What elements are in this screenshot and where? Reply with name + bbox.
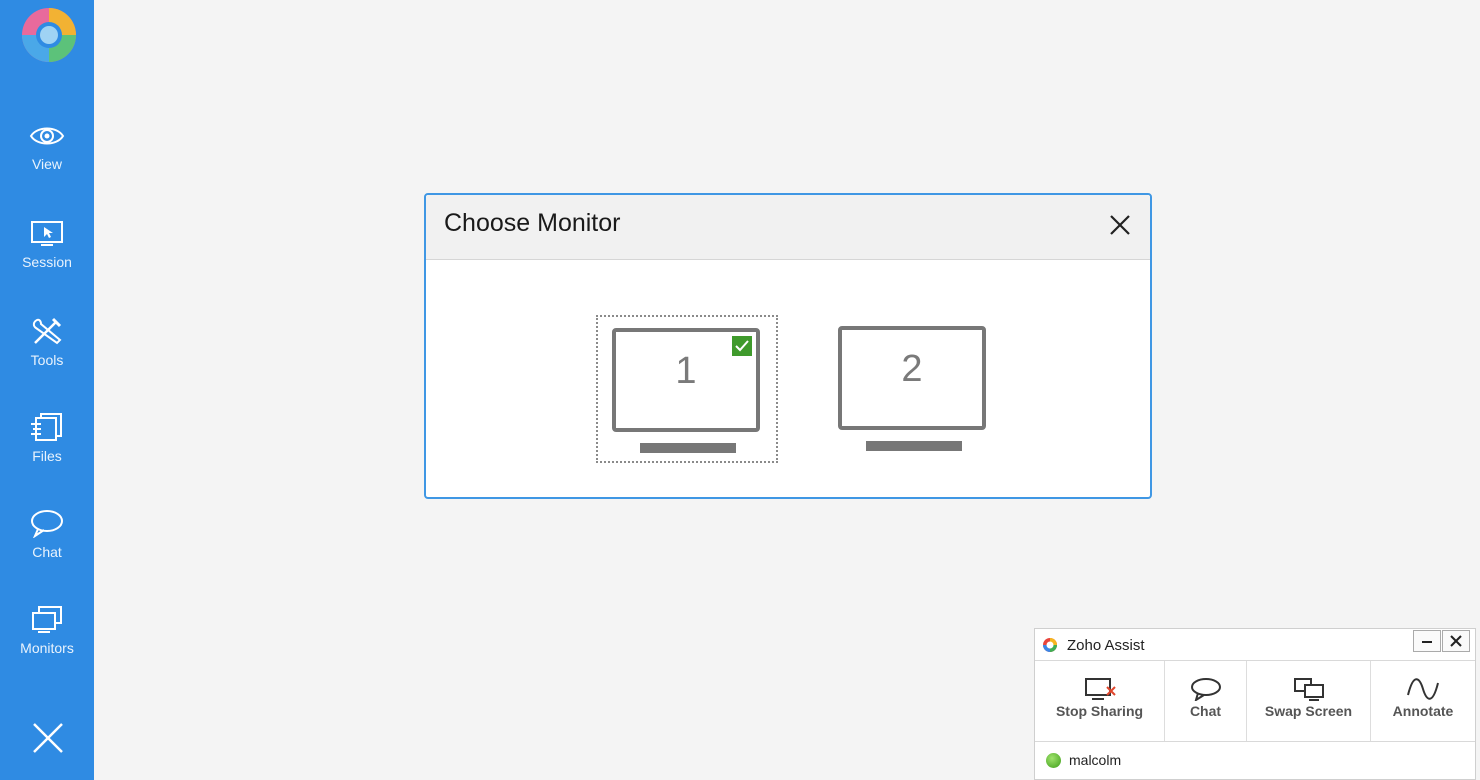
sidebar-item-monitors[interactable]: Monitors — [0, 604, 94, 684]
monitor-pointer-icon — [31, 221, 63, 246]
annotate-label: Annotate — [1392, 703, 1454, 719]
sidebar-item-files[interactable]: Files — [0, 412, 94, 492]
panel-close-button[interactable] — [1442, 630, 1470, 652]
sidebar-item-label: View — [31, 156, 63, 172]
close-icon — [1450, 635, 1462, 647]
sidebar-item-session[interactable]: Session — [0, 220, 94, 300]
assist-title: Zoho Assist — [1067, 637, 1145, 654]
sidebar: View Session Tools Files Chat Monitors — [0, 0, 94, 780]
dialog-title: Choose Monitor — [444, 209, 621, 237]
swap-screen-icon — [1293, 678, 1324, 701]
monitor-stand — [866, 441, 962, 451]
swap-screen-button[interactable]: Swap Screen — [1247, 661, 1371, 741]
chat-icon — [1190, 678, 1221, 701]
stop-sharing-icon — [1084, 678, 1116, 700]
stop-sharing-label: Stop Sharing — [1055, 703, 1144, 719]
monitors-icon — [32, 606, 62, 633]
monitor-option-2[interactable]: 2 — [824, 315, 1006, 463]
monitor-option-1[interactable]: 1 — [596, 315, 778, 463]
annotate-button[interactable]: Annotate — [1371, 661, 1475, 741]
monitor-stand — [640, 443, 736, 453]
sidebar-item-label: Chat — [32, 544, 62, 560]
stop-sharing-button[interactable]: Stop Sharing — [1035, 661, 1165, 741]
sidebar-item-label: Files — [32, 448, 62, 464]
chat-bubble-icon — [31, 510, 63, 538]
minimize-icon — [1422, 641, 1432, 643]
monitor-number: 2 — [901, 348, 923, 390]
dialog-close-button[interactable] — [1106, 211, 1134, 239]
eye-icon — [29, 127, 65, 145]
zoho-logo-icon — [1042, 637, 1058, 653]
dialog-header: Choose Monitor — [426, 195, 1150, 260]
monitor-screen: 2 — [838, 326, 986, 430]
zoho-assist-panel: Zoho Assist Stop Sharing Chat Swap Scree… — [1034, 628, 1476, 780]
sidebar-item-view[interactable]: View — [0, 122, 94, 202]
files-icon — [31, 413, 62, 441]
close-icon — [1110, 215, 1130, 235]
online-status-icon — [1046, 753, 1061, 768]
close-icon[interactable] — [30, 720, 66, 756]
user-name: malcolm — [1069, 752, 1122, 768]
monitor-screen: 1 — [612, 328, 760, 432]
annotate-icon — [1407, 678, 1439, 700]
choose-monitor-dialog: Choose Monitor 1 2 — [424, 193, 1152, 499]
tools-icon — [32, 317, 62, 345]
monitor-number: 1 — [675, 350, 697, 392]
assist-toolbar: Stop Sharing Chat Swap Screen Annotate — [1035, 661, 1475, 741]
swap-screen-label: Swap Screen — [1264, 703, 1353, 719]
sidebar-item-label: Monitors — [20, 640, 74, 656]
minimize-button[interactable] — [1413, 630, 1441, 652]
sidebar-item-tools[interactable]: Tools — [0, 316, 94, 396]
assist-titlebar: Zoho Assist — [1035, 629, 1475, 661]
chat-label: Chat — [1189, 703, 1222, 719]
app-logo-icon — [20, 6, 78, 64]
sidebar-item-label: Tools — [30, 352, 64, 368]
sidebar-item-label: Session — [22, 254, 72, 270]
checkmark-icon — [732, 336, 752, 356]
assist-footer: malcolm — [1035, 741, 1475, 780]
sidebar-item-chat[interactable]: Chat — [0, 508, 94, 588]
chat-button[interactable]: Chat — [1165, 661, 1247, 741]
